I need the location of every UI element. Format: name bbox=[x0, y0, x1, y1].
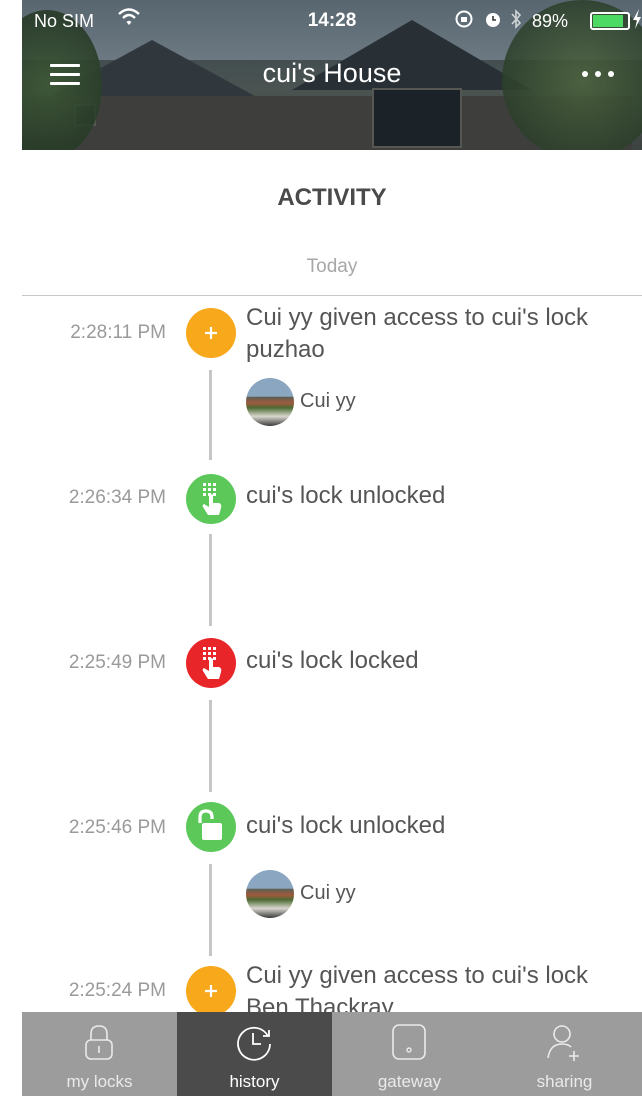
unlocked-padlock-icon bbox=[186, 802, 236, 852]
event-description: cui's lock unlocked bbox=[246, 482, 446, 509]
event-description: Cui yy given access to cui's lock Ben Th… bbox=[246, 962, 589, 1012]
keypad-hand-icon bbox=[186, 638, 236, 688]
timeline-connector bbox=[209, 864, 212, 956]
tab-my-locks[interactable]: my locks bbox=[22, 1012, 177, 1096]
battery-fill bbox=[593, 15, 623, 27]
tab-sharing[interactable]: sharing bbox=[487, 1012, 642, 1096]
event-description: cui's lock unlocked bbox=[246, 812, 446, 839]
event-description: cui's lock locked bbox=[246, 647, 419, 674]
timeline-connector bbox=[209, 534, 212, 626]
keypad-hand-icon bbox=[186, 474, 236, 524]
event-time: 2:25:49 PM bbox=[68, 652, 166, 673]
tab-label: gateway bbox=[377, 1072, 442, 1091]
battery-icon bbox=[590, 12, 630, 30]
plus-icon bbox=[186, 966, 236, 1012]
event-description: Cui yy given access to cui's lock puzhao bbox=[246, 304, 589, 363]
event-time: 2:25:24 PM bbox=[68, 980, 166, 1001]
activity-title: ACTIVITY bbox=[277, 184, 387, 211]
tab-label: my locks bbox=[66, 1072, 133, 1091]
gateway-device-icon bbox=[392, 1024, 426, 1060]
event-time: 2:25:46 PM bbox=[68, 817, 166, 838]
user-name: Cui yy bbox=[300, 882, 356, 904]
alarm-icon bbox=[486, 13, 500, 27]
history-clock-icon bbox=[237, 1026, 271, 1061]
charging-bolt-icon bbox=[633, 9, 641, 29]
add-user-icon bbox=[547, 1025, 579, 1061]
house-title: cui's House bbox=[262, 58, 402, 88]
timeline-connector bbox=[209, 700, 212, 792]
rotation-lock-icon bbox=[455, 10, 473, 28]
tab-gateway[interactable]: gateway bbox=[332, 1012, 487, 1096]
battery-percent: 89% bbox=[532, 11, 569, 31]
status-bar: No SIM 14:28 89% bbox=[22, 0, 642, 40]
timeline-connector bbox=[209, 370, 212, 460]
day-label: Today bbox=[306, 256, 358, 277]
avatar bbox=[246, 870, 294, 918]
tab-history[interactable]: history bbox=[177, 1012, 332, 1096]
tab-label: history bbox=[229, 1072, 280, 1091]
plus-icon bbox=[186, 308, 236, 358]
user-name: Cui yy bbox=[300, 390, 356, 412]
tab-label: sharing bbox=[536, 1072, 593, 1091]
event-time: 2:26:34 PM bbox=[68, 487, 166, 508]
more-options-icon[interactable] bbox=[578, 62, 618, 86]
activity-timeline[interactable]: 2:28:11 PM Cui yy given access to cui's … bbox=[0, 296, 642, 1012]
tab-bar: my locks history gateway sharing bbox=[22, 1012, 642, 1096]
event-time: 2:28:11 PM bbox=[70, 322, 166, 343]
lock-icon bbox=[85, 1025, 113, 1060]
bluetooth-icon bbox=[511, 9, 522, 29]
avatar bbox=[246, 378, 294, 426]
